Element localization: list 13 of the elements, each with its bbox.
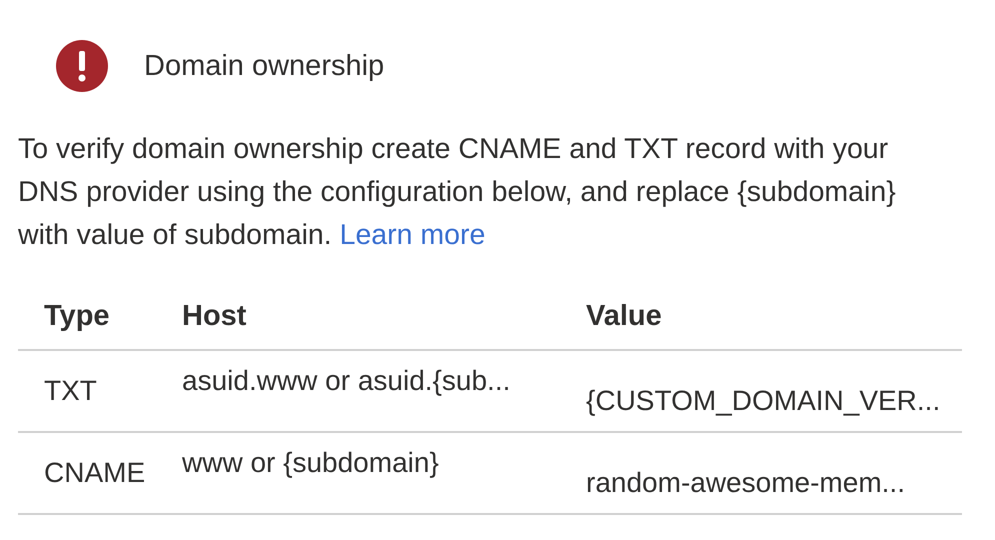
learn-more-link[interactable]: Learn more [340, 219, 486, 251]
table-cell-text: www or {subdomain} [182, 446, 440, 479]
table-cell-text: {CUSTOM_DOMAIN_VER... [586, 385, 942, 418]
description-text: To verify domain ownership create CNAME and TXT record with your DNS provider using the configuration below, and replace {subdomain} with value of subdomain. Learn more [18, 132, 897, 253]
section-title: Domain ownership [144, 50, 384, 82]
column-header: Host [182, 300, 248, 332]
column-header: Value [586, 300, 663, 332]
table-cell-text: TXT [44, 375, 98, 407]
error-icon [56, 40, 108, 92]
table-cell-text: asuid.www or asuid.{sub... [182, 364, 512, 397]
table-cell-text: random-awesome-mem... [586, 467, 906, 500]
table-cell-text: CNAME [44, 457, 146, 489]
column-header: Type [44, 300, 111, 332]
